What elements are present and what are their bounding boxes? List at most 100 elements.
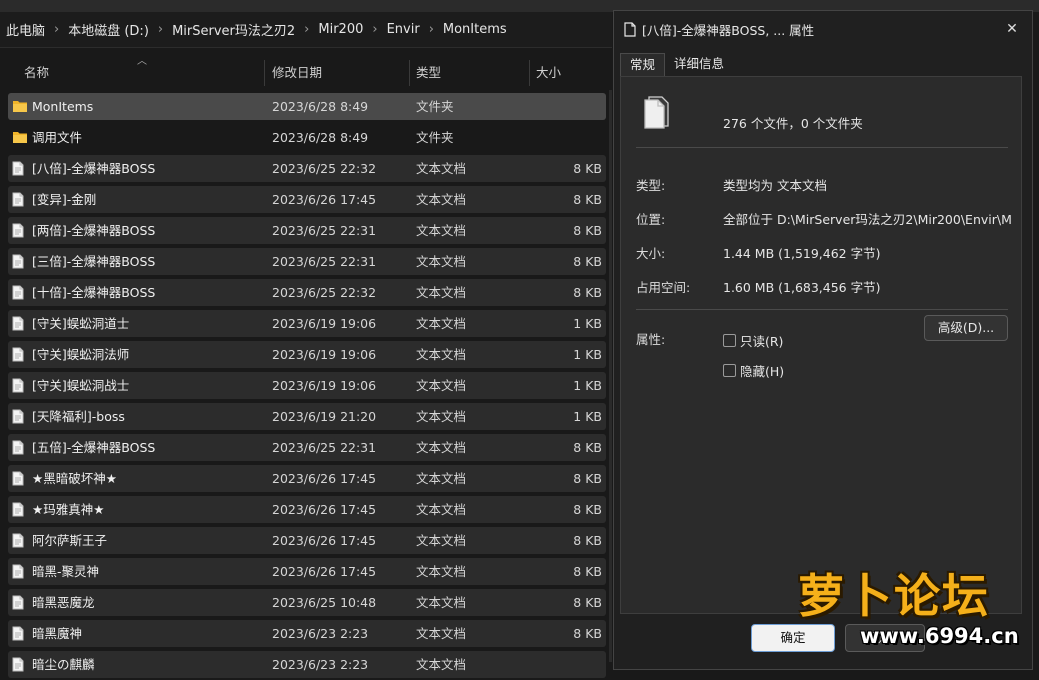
file-row[interactable]: ★黑暗破坏神★ 2023/6/26 17:45 文本文档 8 KB <box>0 463 612 494</box>
file-date: 2023/6/19 21:20 <box>272 409 377 424</box>
file-date: 2023/6/25 22:31 <box>272 254 377 269</box>
file-size: 8 KB <box>573 161 602 176</box>
file-size: 8 KB <box>573 626 602 641</box>
file-type: 文本文档 <box>416 440 467 455</box>
breadcrumb-item[interactable]: 此电脑 <box>6 20 45 39</box>
hidden-checkbox[interactable]: 隐藏(H) <box>723 361 784 380</box>
breadcrumb-item[interactable]: MonItems <box>443 22 507 37</box>
file-date: 2023/6/19 19:06 <box>272 378 377 393</box>
dialog-tabs: 常规 详细信息 <box>620 53 733 77</box>
breadcrumb-item[interactable]: Mir200 <box>318 22 363 37</box>
chevron-right-icon[interactable]: › <box>304 22 309 37</box>
chevron-right-icon[interactable]: › <box>372 22 377 37</box>
file-row[interactable]: 阿尔萨斯王子 2023/6/26 17:45 文本文档 8 KB <box>0 525 612 556</box>
file-row[interactable]: 暗黑恶魔龙 2023/6/25 10:48 文本文档 8 KB <box>0 587 612 618</box>
file-name: [两倍]-全爆神器BOSS <box>32 223 156 238</box>
checkbox-box[interactable] <box>723 364 736 377</box>
file-size: 8 KB <box>573 254 602 269</box>
breadcrumb-item[interactable]: 本地磁盘 (D:) <box>68 20 149 39</box>
address-bar[interactable]: 此电脑 › 本地磁盘 (D:) › MirServer玛法之刃2 › Mir200 › Envi… <box>0 12 612 48</box>
file-date: 2023/6/23 2:23 <box>272 657 369 672</box>
file-row[interactable]: [十倍]-全爆神器BOSS 2023/6/25 22:32 文本文档 8 KB <box>0 277 612 308</box>
advanced-button[interactable]: 高级(D)... <box>924 315 1008 341</box>
file-row[interactable]: [天降福利]-boss 2023/6/19 21:20 文本文档 1 KB <box>0 401 612 432</box>
file-row[interactable]: [八倍]-全爆神器BOSS 2023/6/25 22:32 文本文档 8 KB <box>0 153 612 184</box>
file-date: 2023/6/28 8:49 <box>272 99 369 114</box>
file-row[interactable]: [守关]蜈蚣洞战士 2023/6/19 19:06 文本文档 1 KB <box>0 370 612 401</box>
dialog-titlebar[interactable]: [八倍]-全爆神器BOSS, ... 属性 ✕ <box>614 11 1032 47</box>
file-size: 8 KB <box>573 440 602 455</box>
file-type: 文本文档 <box>416 254 467 269</box>
text-file-icon <box>12 564 24 579</box>
file-name: 阿尔萨斯王子 <box>32 533 108 548</box>
file-size: 1 KB <box>573 347 602 362</box>
file-name: [天降福利]-boss <box>32 409 125 424</box>
type-label: 类型: <box>636 178 666 193</box>
file-name: [五倍]-全爆神器BOSS <box>32 440 156 455</box>
text-file-icon <box>12 595 24 610</box>
file-name: ★黑暗破坏神★ <box>32 471 117 486</box>
file-row[interactable]: 调用文件 2023/6/28 8:49 文件夹 <box>0 122 612 153</box>
text-file-icon <box>12 533 24 548</box>
file-type: 文本文档 <box>416 409 467 424</box>
file-list-scrollbar[interactable] <box>609 90 612 662</box>
file-date: 2023/6/23 2:23 <box>272 626 369 641</box>
file-size: 8 KB <box>573 595 602 610</box>
file-row[interactable]: [守关]蜈蚣洞道士 2023/6/19 19:06 文本文档 1 KB <box>0 308 612 339</box>
chevron-right-icon[interactable]: › <box>429 22 434 37</box>
disk-size-label: 占用空间: <box>636 280 691 295</box>
text-file-icon <box>12 161 24 176</box>
disk-size-value: 1.60 MB (1,683,456 字节) <box>723 280 881 295</box>
column-date-header[interactable]: 修改日期 <box>272 56 322 90</box>
text-file-icon <box>12 285 24 300</box>
file-row[interactable]: [变异]-金刚 2023/6/26 17:45 文本文档 8 KB <box>0 184 612 215</box>
text-file-icon <box>12 378 24 393</box>
tab-general[interactable]: 常规 <box>620 53 666 77</box>
breadcrumb-item[interactable]: MirServer玛法之刃2 <box>172 20 295 39</box>
file-date: 2023/6/26 17:45 <box>272 471 377 486</box>
file-type: 文本文档 <box>416 378 467 393</box>
file-name: [三倍]-全爆神器BOSS <box>32 254 156 269</box>
column-name-header[interactable]: 名称 <box>24 56 49 90</box>
selection-summary: 276 个文件，0 个文件夹 <box>723 116 863 131</box>
chevron-right-icon[interactable]: › <box>54 22 59 37</box>
file-list: MonItems 2023/6/28 8:49 文件夹 调用文件 2023/6/28 8… <box>0 91 612 680</box>
sort-ascending-icon[interactable]: ︿ <box>137 57 147 67</box>
hidden-label: 隐藏(H) <box>740 364 785 379</box>
text-file-icon <box>12 316 24 331</box>
column-divider[interactable] <box>264 60 265 86</box>
file-date: 2023/6/26 17:45 <box>272 564 377 579</box>
file-row[interactable]: [五倍]-全爆神器BOSS 2023/6/25 22:31 文本文档 8 KB <box>0 432 612 463</box>
size-label: 大小: <box>636 246 666 261</box>
column-size-header[interactable]: 大小 <box>536 56 561 90</box>
checkbox-box[interactable] <box>723 334 736 347</box>
breadcrumb-item[interactable]: Envir <box>387 22 420 37</box>
file-date: 2023/6/26 17:45 <box>272 502 377 517</box>
file-date: 2023/6/25 22:31 <box>272 223 377 238</box>
file-row[interactable]: 暗黑-聚灵神 2023/6/26 17:45 文本文档 8 KB <box>0 556 612 587</box>
file-type: 文件夹 <box>416 99 454 114</box>
file-row[interactable]: [三倍]-全爆神器BOSS 2023/6/25 22:31 文本文档 8 KB <box>0 246 612 277</box>
text-file-icon <box>12 440 24 455</box>
file-row[interactable]: 暗尘の麒麟 2023/6/23 2:23 文本文档 <box>0 649 612 680</box>
file-date: 2023/6/19 19:06 <box>272 316 377 331</box>
file-row[interactable]: [两倍]-全爆神器BOSS 2023/6/25 22:31 文本文档 8 KB <box>0 215 612 246</box>
column-type-header[interactable]: 类型 <box>416 56 441 90</box>
close-icon[interactable]: ✕ <box>1000 17 1024 41</box>
tab-details[interactable]: 详细信息 <box>665 53 733 77</box>
column-divider[interactable] <box>409 60 410 86</box>
file-row[interactable]: MonItems 2023/6/28 8:49 文件夹 <box>0 91 612 122</box>
file-name: [守关]蜈蚣洞道士 <box>32 316 130 331</box>
file-date: 2023/6/19 19:06 <box>272 347 377 362</box>
file-row[interactable]: [守关]蜈蚣洞法师 2023/6/19 19:06 文本文档 1 KB <box>0 339 612 370</box>
file-name: [八倍]-全爆神器BOSS <box>32 161 156 176</box>
folder-icon <box>12 99 28 113</box>
file-row[interactable]: 暗黑魔神 2023/6/23 2:23 文本文档 8 KB <box>0 618 612 649</box>
location-value: 全部位于 D:\MirServer玛法之刃2\Mir200\Envir\Mo <box>723 212 1011 227</box>
file-name: 调用文件 <box>32 130 83 145</box>
file-row[interactable]: ★玛雅真神★ 2023/6/26 17:45 文本文档 8 KB <box>0 494 612 525</box>
column-divider[interactable] <box>529 60 530 86</box>
chevron-right-icon[interactable]: › <box>158 22 163 37</box>
dialog-title: [八倍]-全爆神器BOSS, ... 属性 <box>642 22 815 38</box>
readonly-checkbox[interactable]: 只读(R) <box>723 331 783 350</box>
